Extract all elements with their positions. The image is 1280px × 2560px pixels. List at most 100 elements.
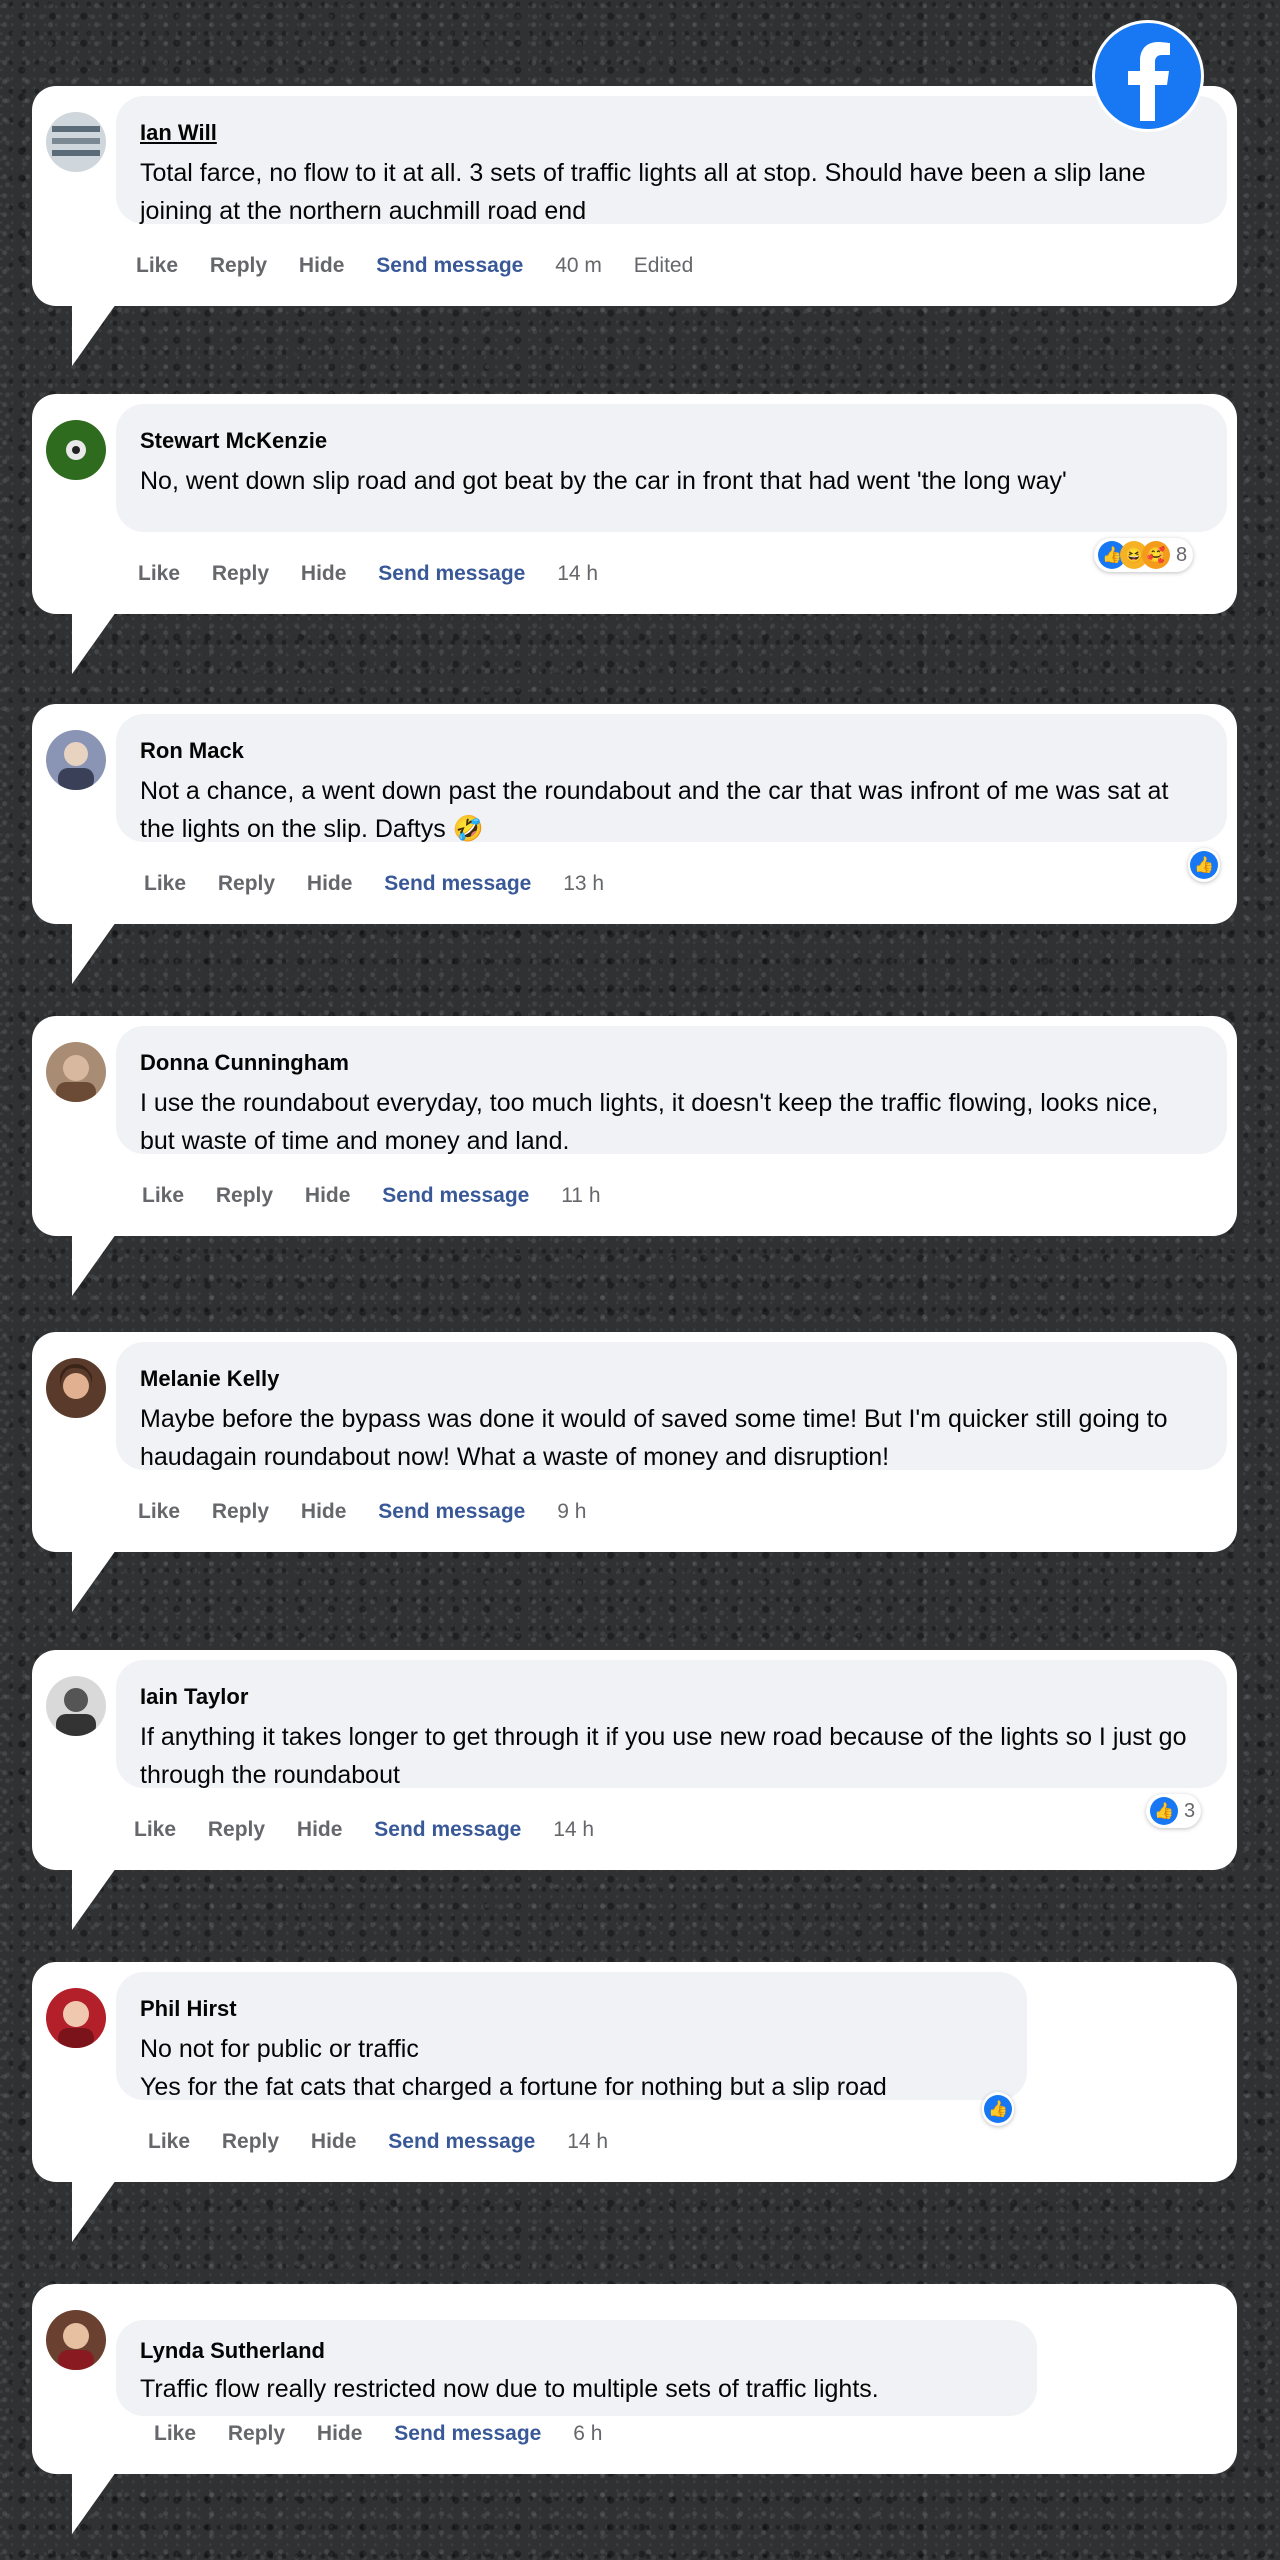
comment-actions: Like Reply Hide Send message 11 h (142, 1184, 627, 1208)
comment-text: Maybe before the bypass was done it woul… (140, 1405, 1168, 1471)
like-reaction-icon: 👍 (1190, 851, 1218, 879)
commenter-name[interactable]: Ron Mack (140, 738, 244, 764)
comment-bubble: Donna Cunningham I use the roundabout ev… (116, 1026, 1227, 1155)
send-message-button[interactable]: Send message (374, 1818, 521, 1841)
send-message-button[interactable]: Send message (384, 872, 531, 895)
avatar[interactable] (46, 1042, 106, 1102)
reactions-badge[interactable]: 👍 3 (1146, 1794, 1202, 1828)
comment-timestamp[interactable]: 9 h (557, 1500, 586, 1523)
avatar[interactable] (46, 730, 106, 790)
comment-bubble: Lynda Sutherland Traffic flow really res… (116, 2320, 1037, 2416)
hide-button[interactable]: Hide (301, 562, 347, 585)
avatar[interactable] (46, 1988, 106, 2048)
comment-text: Total farce, no flow to it at all. 3 set… (140, 159, 1146, 225)
comment-text: If anything it takes longer to get throu… (140, 1723, 1187, 1789)
hide-button[interactable]: Hide (307, 872, 353, 895)
comment-actions: Like Reply Hide Send message 14 h (148, 2130, 634, 2154)
hide-button[interactable]: Hide (305, 1184, 351, 1207)
avatar[interactable] (46, 420, 106, 480)
hide-button[interactable]: Hide (311, 2130, 357, 2153)
send-message-button[interactable]: Send message (382, 1184, 529, 1207)
comment-actions: Like Reply Hide Send message 14 h (134, 1818, 620, 1842)
send-message-button[interactable]: Send message (394, 2422, 541, 2445)
avatar[interactable] (46, 1676, 106, 1736)
reply-button[interactable]: Reply (228, 2422, 285, 2445)
comment-card: Donna Cunningham I use the roundabout ev… (32, 1016, 1237, 1296)
reactions-badge[interactable]: 👍 (1188, 848, 1220, 882)
send-message-button[interactable]: Send message (378, 1500, 525, 1523)
like-reaction-icon: 👍 (1150, 1797, 1178, 1825)
comment-timestamp[interactable]: 11 h (561, 1184, 600, 1207)
comment-actions: Like Reply Hide Send message 14 h (138, 562, 624, 586)
reactions-badge[interactable]: 👍 (982, 2092, 1014, 2126)
commenter-name[interactable]: Stewart McKenzie (140, 428, 327, 454)
reply-button[interactable]: Reply (216, 1184, 273, 1207)
comment-card: Ian Will Total farce, no flow to it at a… (32, 86, 1237, 366)
comment-bubble: Phil Hirst No not for public or traffic … (116, 1972, 1027, 2101)
reply-button[interactable]: Reply (210, 254, 267, 277)
reaction-count: 8 (1176, 543, 1188, 566)
like-button[interactable]: Like (142, 1184, 184, 1207)
commenter-name[interactable]: Donna Cunningham (140, 1050, 349, 1076)
like-button[interactable]: Like (148, 2130, 190, 2153)
commenter-name[interactable]: Melanie Kelly (140, 1366, 279, 1392)
comment-actions: Like Reply Hide Send message 6 h (154, 2422, 628, 2446)
comment-card: Phil Hirst No not for public or traffic … (32, 1962, 1237, 2242)
hide-button[interactable]: Hide (317, 2422, 363, 2445)
comment-card: Lynda Sutherland Traffic flow really res… (32, 2284, 1237, 2534)
comment-bubble: Ron Mack Not a chance, a went down past … (116, 714, 1227, 843)
avatar[interactable] (46, 112, 106, 172)
comment-timestamp[interactable]: 14 h (567, 2130, 608, 2153)
reply-button[interactable]: Reply (208, 1818, 265, 1841)
comment-timestamp[interactable]: 14 h (557, 562, 598, 585)
comment-text: Traffic flow really restricted now due t… (140, 2375, 879, 2403)
comment-actions: Like Reply Hide Send message 13 h (144, 872, 630, 896)
comment-timestamp[interactable]: 13 h (563, 872, 604, 895)
reply-button[interactable]: Reply (212, 562, 269, 585)
reactions-badge[interactable]: 👍 😆 🥰 8 (1094, 538, 1194, 572)
comment-card: Melanie Kelly Maybe before the bypass wa… (32, 1332, 1237, 1612)
like-button[interactable]: Like (144, 872, 186, 895)
comment-text: No not for public or traffic Yes for the… (140, 2035, 887, 2101)
edited-label: Edited (633, 254, 694, 277)
reply-button[interactable]: Reply (212, 1500, 269, 1523)
like-button[interactable]: Like (154, 2422, 196, 2445)
comment-card: Iain Taylor If anything it takes longer … (32, 1650, 1237, 1930)
commenter-name[interactable]: Lynda Sutherland (140, 2338, 325, 2364)
comment-bubble: Stewart McKenzie No, went down slip road… (116, 404, 1227, 532)
avatar[interactable] (46, 1358, 106, 1418)
care-reaction-icon: 🥰 (1142, 541, 1170, 569)
reaction-count: 3 (1184, 1799, 1196, 1822)
facebook-logo-icon (1092, 20, 1204, 132)
comment-timestamp[interactable]: 14 h (553, 1818, 594, 1841)
comment-text: Not a chance, a went down past the round… (140, 777, 1169, 843)
comment-bubble: Ian Will Total farce, no flow to it at a… (116, 96, 1227, 225)
avatar[interactable] (46, 2310, 106, 2370)
commenter-name[interactable]: Iain Taylor (140, 1684, 248, 1710)
comment-text: No, went down slip road and got beat by … (140, 467, 1067, 495)
hide-button[interactable]: Hide (297, 1818, 343, 1841)
comment-actions: Like Reply Hide Send message 40 m Edited (136, 254, 719, 278)
like-reaction-icon: 👍 (984, 2095, 1012, 2123)
hide-button[interactable]: Hide (299, 254, 345, 277)
reply-button[interactable]: Reply (218, 872, 275, 895)
comment-timestamp[interactable]: 6 h (573, 2422, 602, 2445)
comment-bubble: Melanie Kelly Maybe before the bypass wa… (116, 1342, 1227, 1471)
like-button[interactable]: Like (136, 254, 178, 277)
reply-button[interactable]: Reply (222, 2130, 279, 2153)
like-button[interactable]: Like (134, 1818, 176, 1841)
send-message-button[interactable]: Send message (378, 562, 525, 585)
comment-text: I use the roundabout everyday, too much … (140, 1089, 1159, 1155)
commenter-name[interactable]: Ian Will (140, 120, 217, 146)
comment-timestamp[interactable]: 40 m (555, 254, 602, 277)
commenter-name[interactable]: Phil Hirst (140, 1996, 237, 2022)
like-button[interactable]: Like (138, 1500, 180, 1523)
comment-card: Stewart McKenzie No, went down slip road… (32, 394, 1237, 674)
comment-card: Ron Mack Not a chance, a went down past … (32, 704, 1237, 984)
send-message-button[interactable]: Send message (388, 2130, 535, 2153)
hide-button[interactable]: Hide (301, 1500, 347, 1523)
comment-actions: Like Reply Hide Send message 9 h (138, 1500, 612, 1524)
comment-bubble: Iain Taylor If anything it takes longer … (116, 1660, 1227, 1789)
like-button[interactable]: Like (138, 562, 180, 585)
send-message-button[interactable]: Send message (376, 254, 523, 277)
